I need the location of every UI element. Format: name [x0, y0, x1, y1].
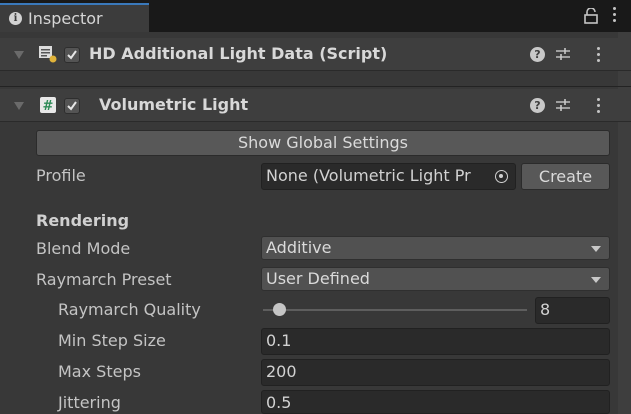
profile-value: None (Volumetric Light Pr — [266, 166, 471, 185]
jittering-label: Jittering — [58, 393, 121, 412]
dropdown-arrow-icon — [591, 277, 601, 283]
tab-title: Inspector — [28, 9, 103, 28]
raymarch-preset-dropdown[interactable]: User Defined — [261, 267, 610, 291]
max-steps-label: Max Steps — [58, 362, 141, 381]
min-step-size-label: Min Step Size — [58, 331, 166, 350]
raymarch-quality-slider-track[interactable] — [263, 309, 527, 311]
preset-icon[interactable] — [556, 98, 570, 112]
show-global-settings-button[interactable]: Show Global Settings — [36, 130, 610, 156]
context-menu-icon[interactable] — [597, 47, 601, 63]
lock-icon[interactable] — [584, 8, 598, 24]
script-icon — [39, 46, 57, 63]
tab-menu-icon[interactable] — [611, 6, 617, 24]
foldout-arrow-icon[interactable] — [14, 51, 24, 59]
object-picker-icon[interactable] — [495, 170, 508, 183]
svg-text:#: # — [43, 99, 54, 114]
enabled-checkbox[interactable] — [64, 98, 80, 114]
component-title: Volumetric Light — [99, 95, 249, 114]
component-header-volumetric-light[interactable]: # Volumetric Light ? — [0, 89, 631, 122]
create-button[interactable]: Create — [521, 163, 610, 190]
dropdown-arrow-icon — [591, 246, 601, 252]
component-header-hd-light-data[interactable]: HD Additional Light Data (Script) ? — [0, 38, 631, 71]
help-icon[interactable]: ? — [530, 98, 545, 113]
raymarch-preset-value: User Defined — [266, 269, 370, 288]
info-icon: i — [9, 12, 22, 25]
profile-label: Profile — [36, 166, 86, 185]
blend-mode-label: Blend Mode — [36, 239, 131, 258]
raymarch-quality-slider-handle[interactable] — [272, 303, 286, 316]
preset-icon[interactable] — [556, 47, 570, 61]
context-menu-icon[interactable] — [597, 98, 601, 114]
enabled-checkbox[interactable] — [64, 47, 80, 63]
min-step-size-input[interactable]: 0.1 — [261, 328, 610, 355]
help-icon[interactable]: ? — [530, 47, 545, 62]
component-title: HD Additional Light Data (Script) — [89, 44, 388, 63]
rendering-section-header: Rendering — [36, 211, 130, 230]
raymarch-quality-input[interactable]: 8 — [535, 297, 610, 324]
blend-mode-dropdown[interactable]: Additive — [261, 236, 610, 260]
profile-object-field[interactable]: None (Volumetric Light Pr — [261, 163, 516, 190]
max-steps-input[interactable]: 200 — [261, 359, 610, 386]
tab-bar: i Inspector — [0, 0, 631, 32]
raymarch-preset-label: Raymarch Preset — [36, 270, 172, 289]
foldout-arrow-icon[interactable] — [14, 102, 24, 110]
blend-mode-value: Additive — [266, 238, 332, 257]
raymarch-quality-label: Raymarch Quality — [58, 300, 201, 319]
separator — [0, 86, 631, 87]
tab-inspector[interactable]: i Inspector — [0, 3, 149, 32]
hash-icon: # — [40, 97, 56, 114]
jittering-input[interactable]: 0.5 — [261, 390, 610, 414]
